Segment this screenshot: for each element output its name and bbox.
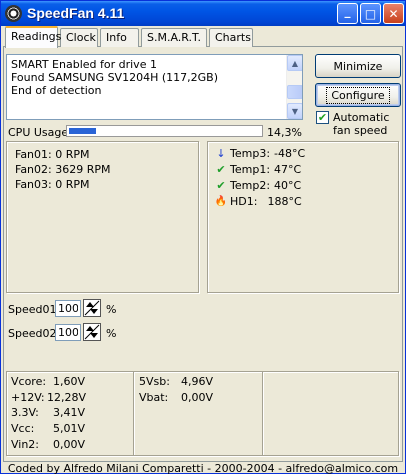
- spinner-arrows-icon: [84, 324, 100, 340]
- log-scrollbar[interactable]: ▲ ▼: [286, 55, 302, 119]
- tab-smart[interactable]: S.M.A.R.T.: [141, 28, 207, 47]
- cpu-usage-bar: [66, 125, 263, 137]
- speedfan-window: SpeedFan 4.11 _ □ ✕ Readings Clock Info …: [0, 0, 406, 474]
- speed01-input[interactable]: [55, 300, 81, 317]
- voltage-value: 0,00V: [53, 438, 86, 451]
- speed02-spinner[interactable]: [83, 323, 101, 341]
- voltage-value: 4,96V: [181, 375, 214, 388]
- fan-app-icon[interactable]: [5, 5, 22, 22]
- configure-button[interactable]: Configure: [315, 83, 401, 107]
- tab-label: S.M.A.R.T.: [147, 31, 201, 44]
- temp-reading: 🔥 HD1: 188°C: [214, 194, 302, 208]
- temp-reading: ↓ Temp3: -48°C: [214, 146, 305, 160]
- tab-info[interactable]: Info: [100, 28, 139, 47]
- window-title: SpeedFan 4.11: [27, 5, 125, 21]
- voltage-value: 5,01V: [53, 422, 86, 435]
- cpu-usage-fill: [69, 128, 96, 134]
- minimize-icon: _: [344, 3, 351, 18]
- voltage-label: +12V:: [11, 391, 45, 404]
- log-line: SMART Enabled for drive 1: [11, 58, 157, 71]
- voltage-value: 0,00V: [181, 391, 214, 404]
- fans-group: Fan01: 0 RPM Fan02: 3629 RPM Fan03: 0 RP…: [6, 141, 199, 293]
- check-icon: ✔: [216, 178, 226, 192]
- cpu-usage-label: CPU Usage: [8, 126, 69, 139]
- maximize-icon: □: [364, 6, 377, 21]
- voltage-label: Vin2:: [11, 438, 40, 451]
- temp-label: Temp2:: [230, 178, 271, 192]
- automatic-fan-speed-checkbox[interactable]: ✔: [316, 111, 329, 124]
- voltage-label: Vbat:: [139, 391, 169, 404]
- speed02-unit: %: [106, 327, 117, 340]
- chevron-up-icon: ▲: [291, 58, 299, 68]
- speed01-spinner[interactable]: [83, 299, 101, 317]
- scroll-up-button[interactable]: ▲: [287, 55, 302, 71]
- voltage-label: Vcc:: [11, 422, 35, 435]
- voltage-divider: [133, 372, 134, 455]
- temp-reading: ✔ Temp1: 47°C: [214, 162, 301, 176]
- tab-label: Clock: [66, 31, 96, 44]
- scroll-down-button[interactable]: ▼: [287, 103, 302, 119]
- fan-label: Fan01:: [15, 148, 52, 161]
- tab-label: Charts: [215, 31, 251, 44]
- temp-value: -48°C: [274, 146, 306, 160]
- check-icon: ✔: [317, 111, 328, 124]
- title-bar[interactable]: SpeedFan 4.11 _ □ ✕: [1, 1, 405, 26]
- speed02-input[interactable]: [55, 324, 81, 341]
- voltage-value: 12,28V: [47, 391, 87, 404]
- fan-label: Fan02:: [15, 163, 52, 176]
- temp-label: HD1:: [230, 194, 258, 208]
- minimize-button[interactable]: Minimize: [315, 54, 401, 78]
- fan-value: 3629 RPM: [55, 163, 111, 176]
- fan-label: Fan03:: [15, 178, 52, 191]
- check-icon: ✔: [216, 162, 226, 176]
- flame-icon: 🔥: [214, 195, 228, 207]
- voltage-value: 3,41V: [53, 406, 86, 419]
- tab-charts[interactable]: Charts: [209, 28, 253, 47]
- temperatures-group: ↓ Temp3: -48°C ✔ Temp1: 47°C ✔ Temp2: 40…: [207, 141, 399, 293]
- speed01-label: Speed01:: [8, 303, 61, 316]
- log-line: Found SAMSUNG SV1204H (117,2GB): [11, 71, 218, 84]
- tab-readings[interactable]: Readings: [5, 26, 62, 48]
- temp-value: 47°C: [274, 162, 302, 176]
- close-window-button[interactable]: ✕: [383, 3, 404, 24]
- log-line: End of detection: [11, 84, 102, 97]
- tab-label: Info: [106, 31, 127, 44]
- temp-label: Temp3:: [230, 146, 271, 160]
- speed02-label: Speed02:: [8, 327, 61, 340]
- speed01-unit: %: [106, 303, 117, 316]
- minimize-window-button[interactable]: _: [337, 3, 358, 24]
- voltage-divider: [262, 372, 263, 455]
- voltage-label: Vcore:: [11, 375, 47, 388]
- tab-label: Readings: [11, 30, 62, 43]
- fan-reading: Fan03: 0 RPM: [15, 178, 90, 191]
- automatic-fan-speed-label[interactable]: Automatic fan speed: [333, 111, 403, 137]
- temp-reading: ✔ Temp2: 40°C: [214, 178, 301, 192]
- voltage-label: 3.3V:: [11, 406, 39, 419]
- voltage-value: 1,60V: [53, 375, 86, 388]
- cpu-usage-value: 14,3%: [267, 126, 302, 139]
- close-icon: ✕: [388, 6, 399, 21]
- spinner-arrows-icon: [84, 300, 100, 316]
- voltage-label: 5Vsb:: [139, 375, 170, 388]
- minimize-button-label: Minimize: [333, 59, 383, 73]
- arrow-down-icon: ↓: [216, 146, 226, 160]
- maximize-window-button[interactable]: □: [360, 3, 381, 24]
- fan-value: 0 RPM: [55, 178, 90, 191]
- temp-value: 40°C: [274, 178, 302, 192]
- scroll-thumb[interactable]: [287, 85, 302, 99]
- status-bar: Coded by Alfredo Milani Comparetti - 200…: [7, 462, 399, 474]
- temp-value: 188°C: [267, 194, 302, 208]
- fan-value: 0 RPM: [55, 148, 90, 161]
- chevron-down-icon: ▼: [291, 106, 299, 116]
- detection-log[interactable]: SMART Enabled for drive 1 Found SAMSUNG …: [6, 54, 303, 120]
- fan-reading: Fan01: 0 RPM: [15, 148, 90, 161]
- tab-clock[interactable]: Clock: [60, 28, 98, 47]
- configure-button-label: Configure: [326, 86, 390, 104]
- temp-label: Temp1:: [230, 162, 271, 176]
- fan-reading: Fan02: 3629 RPM: [15, 163, 111, 176]
